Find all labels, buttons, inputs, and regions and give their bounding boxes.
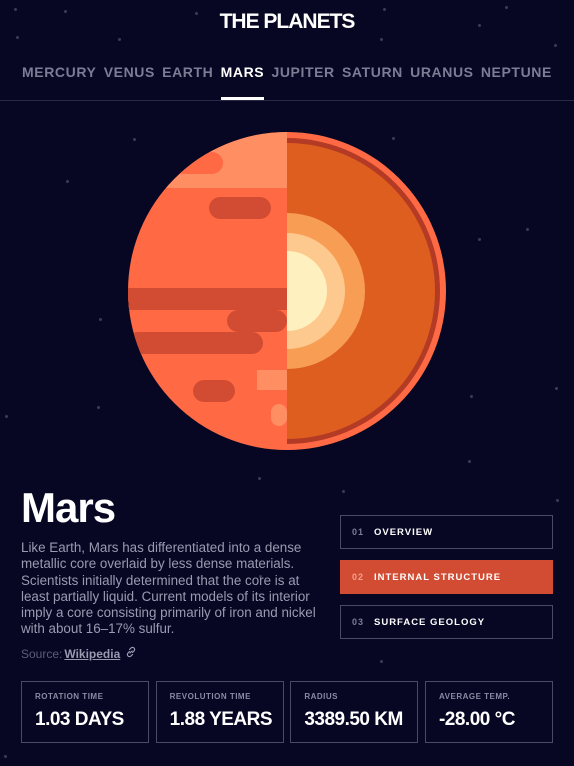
stat-average-temp: AVERAGE TEMP. -28.00 °C (424, 681, 553, 743)
planet-nav: MERCURY VENUS EARTH MARS JUPITER SATURN … (22, 64, 552, 100)
stat-label: REVOLUTION TIME (169, 692, 251, 701)
planet-description: Like Earth, Mars has differentiated into… (21, 540, 316, 637)
external-link-icon[interactable] (122, 646, 137, 661)
nav-item-uranus[interactable]: URANUS (410, 64, 474, 100)
tab-label: INTERNAL STRUCTURE (374, 571, 502, 583)
stat-label: RADIUS (304, 692, 338, 701)
nav-item-neptune[interactable]: NEPTUNE (481, 64, 552, 100)
stat-radius: RADIUS 3389.50 KM (290, 681, 419, 743)
source-line: Source: Wikipedia (21, 646, 137, 661)
planet-mars-internal-icon (127, 130, 447, 452)
stat-value: 1.88 YEARS (169, 709, 273, 730)
stat-value: -28.00 °C (438, 709, 515, 730)
nav-item-mercury[interactable]: MERCURY (22, 64, 96, 100)
tab-number: 01 (352, 527, 365, 537)
nav-item-jupiter[interactable]: JUPITER (271, 64, 334, 100)
planet-title: Mars (21, 484, 116, 531)
stat-rotation-time: ROTATION TIME 1.03 DAYS (21, 681, 149, 743)
view-tabs: 01 OVERVIEW 02 INTERNAL STRUCTURE 03 SUR… (340, 515, 553, 650)
tab-label: SURFACE GEOLOGY (374, 616, 486, 628)
tab-number: 03 (352, 617, 365, 627)
tab-internal-structure[interactable]: 02 INTERNAL STRUCTURE (340, 560, 553, 594)
stat-label: ROTATION TIME (35, 692, 104, 701)
stat-label: AVERAGE TEMP. (438, 692, 511, 701)
tab-label: OVERVIEW (374, 526, 434, 538)
tab-overview[interactable]: 01 OVERVIEW (340, 515, 553, 549)
tab-number: 02 (352, 572, 365, 582)
planet-stats: ROTATION TIME 1.03 DAYS REVOLUTION TIME … (21, 681, 553, 743)
source-link[interactable]: Wikipedia (64, 647, 120, 661)
stat-value: 3389.50 KM (304, 709, 403, 730)
tab-surface-geology[interactable]: 03 SURFACE GEOLOGY (340, 605, 553, 639)
stat-value: 1.03 DAYS (35, 709, 124, 730)
source-label: Source: (21, 646, 63, 661)
nav-item-earth[interactable]: EARTH (162, 64, 213, 100)
stat-revolution-time: REVOLUTION TIME 1.88 YEARS (155, 681, 284, 743)
nav-item-venus[interactable]: VENUS (104, 64, 155, 100)
site-header: THE PLANETS MERCURY VENUS EARTH MARS JUP… (0, 0, 574, 101)
nav-item-mars[interactable]: MARS (220, 64, 265, 100)
nav-item-saturn[interactable]: SATURN (342, 64, 403, 100)
site-logo[interactable]: THE PLANETS (0, 10, 574, 34)
